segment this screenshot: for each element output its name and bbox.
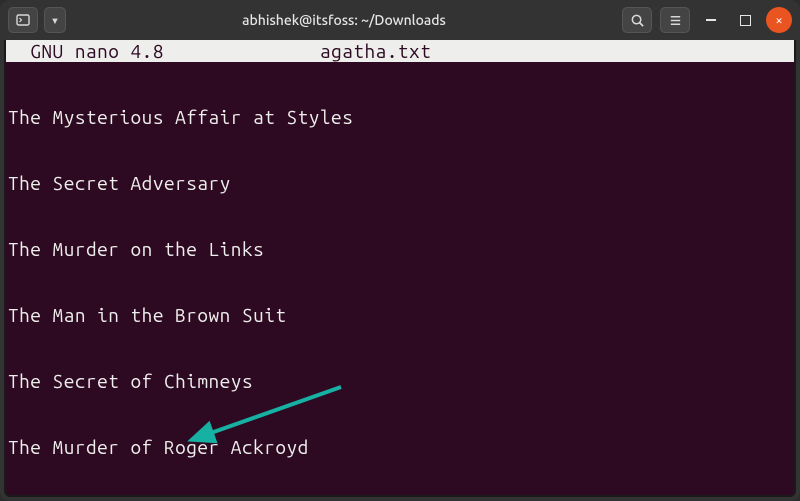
menu-button[interactable] xyxy=(660,7,690,33)
search-button[interactable] xyxy=(622,7,652,33)
titlebar-right xyxy=(622,7,792,33)
titlebar-left: ▾ xyxy=(8,7,66,33)
nano-app-name: GNU nano 4.8 xyxy=(30,40,164,62)
file-line: The Murder of Roger Ackroyd xyxy=(8,436,792,458)
nano-header: GNU nano 4.8 agatha.txt xyxy=(6,40,794,62)
file-line: The Secret of Chimneys xyxy=(8,370,792,392)
window-title: abhishek@itsfoss: ~/Downloads xyxy=(72,12,616,28)
close-button[interactable] xyxy=(766,7,792,33)
tab-dropdown-button[interactable]: ▾ xyxy=(44,7,66,33)
search-icon xyxy=(630,13,645,28)
maximize-button[interactable] xyxy=(732,7,758,33)
file-line: The Man in the Brown Suit xyxy=(8,304,792,326)
nano-filename: agatha.txt xyxy=(320,40,431,62)
editor-content: The Mysterious Affair at Styles The Secr… xyxy=(6,62,794,497)
terminal-window: ▾ abhishek@itsfoss: ~/Downloads xyxy=(0,0,800,501)
file-line: The Mysterious Affair at Styles xyxy=(8,106,792,128)
terminal-tab-icon xyxy=(15,12,31,28)
chevron-down-icon: ▾ xyxy=(51,12,59,29)
new-tab-button[interactable] xyxy=(8,7,38,33)
file-line: The Secret Adversary xyxy=(8,172,792,194)
hamburger-icon xyxy=(668,13,683,28)
file-line: The Murder on the Links xyxy=(8,238,792,260)
terminal-area[interactable]: GNU nano 4.8 agatha.txt The Mysterious A… xyxy=(4,40,796,497)
titlebar: ▾ abhishek@itsfoss: ~/Downloads xyxy=(0,0,800,40)
minimize-button[interactable] xyxy=(698,7,724,33)
